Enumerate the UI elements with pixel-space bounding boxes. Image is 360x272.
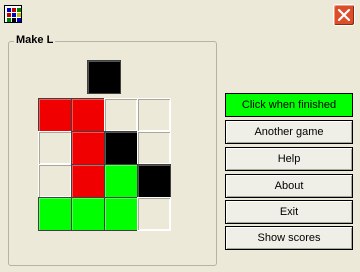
- grid-cell-1-0[interactable]: [38, 131, 72, 165]
- title-bar[interactable]: [0, 0, 360, 30]
- game-window: Make L Click when finished Another game …: [0, 0, 360, 272]
- show-scores-button[interactable]: Show scores: [225, 226, 353, 250]
- app-grid-icon[interactable]: [4, 5, 22, 23]
- target-cell: [87, 60, 121, 94]
- grid-cell-2-2[interactable]: [104, 164, 138, 198]
- grid-cell-0-1[interactable]: [71, 98, 105, 132]
- grid-cell-1-2[interactable]: [104, 131, 138, 165]
- close-icon: [338, 9, 350, 21]
- grid-cell-0-2[interactable]: [104, 98, 138, 132]
- group-label: Make L: [14, 34, 56, 46]
- grid-cell-0-3[interactable]: [137, 98, 171, 132]
- grid-cell-3-3[interactable]: [137, 197, 171, 231]
- grid-cell-1-3[interactable]: [137, 131, 171, 165]
- finished-button[interactable]: Click when finished: [225, 93, 353, 117]
- grid-cell-0-0[interactable]: [38, 98, 72, 132]
- close-button[interactable]: [333, 4, 355, 26]
- grid-cell-3-1[interactable]: [71, 197, 105, 231]
- grid-cell-1-1[interactable]: [71, 131, 105, 165]
- grid-cell-3-0[interactable]: [38, 197, 72, 231]
- grid-cell-3-2[interactable]: [104, 197, 138, 231]
- grid-cell-2-0[interactable]: [38, 164, 72, 198]
- grid-cell-2-3[interactable]: [137, 164, 171, 198]
- about-button[interactable]: About: [225, 174, 353, 198]
- help-button[interactable]: Help: [225, 147, 353, 171]
- grid-cell-2-1[interactable]: [71, 164, 105, 198]
- another-game-button[interactable]: Another game: [225, 120, 353, 144]
- exit-button[interactable]: Exit: [225, 200, 353, 224]
